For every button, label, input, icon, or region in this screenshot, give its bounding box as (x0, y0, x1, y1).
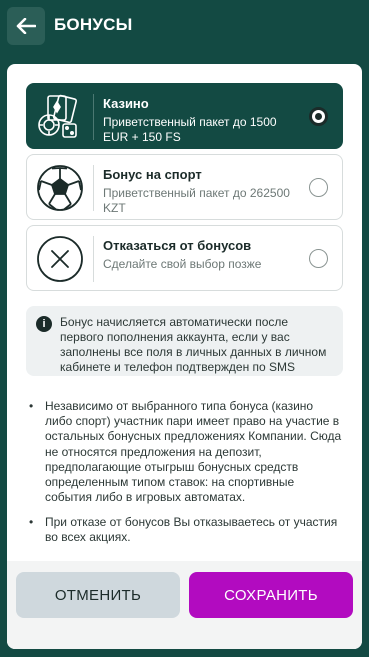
option-sport[interactable]: Бонус на спорт Приветственный пакет до 2… (26, 154, 343, 220)
option-description: Приветственный пакет до 262500 KZT (103, 186, 290, 215)
option-decline[interactable]: Отказаться от бонусов Сделайте свой выбо… (26, 225, 343, 291)
note-text: При отказе от бонусов Вы отказываетесь о… (45, 515, 338, 545)
arrow-left-icon (16, 18, 36, 34)
radio-casino[interactable] (309, 107, 328, 126)
save-button[interactable]: СОХРАНИТЬ (189, 572, 353, 618)
footer-bar: ОТМЕНИТЬ СОХРАНИТЬ (7, 561, 362, 649)
option-title: Казино (103, 96, 149, 111)
option-casino[interactable]: Казино Приветственный пакет до 1500 EUR … (26, 83, 343, 149)
casino-cards-chips-icon (34, 91, 86, 143)
radio-decline[interactable] (309, 249, 328, 268)
page-title: БОНУСЫ (54, 15, 133, 34)
bullet: • (29, 515, 34, 529)
note-text: Независимо от выбранного типа бонуса (ка… (45, 399, 342, 505)
option-description: Сделайте свой выбор позже (103, 257, 262, 271)
option-divider (93, 165, 94, 211)
option-title: Отказаться от бонусов (103, 238, 252, 253)
option-description: Приветственный пакет до 1500 EUR + 150 F… (103, 115, 277, 144)
option-divider (93, 94, 94, 140)
info-text: Бонус начисляется автоматически после пе… (60, 315, 327, 374)
option-title: Бонус на спорт (103, 167, 202, 182)
info-icon: i (36, 316, 52, 332)
bullet: • (29, 399, 34, 413)
close-circle-icon (34, 233, 86, 285)
option-divider (93, 236, 94, 282)
info-box: i Бонус начисляется автоматически после … (26, 306, 343, 376)
soccer-ball-icon (34, 162, 86, 214)
cancel-button[interactable]: ОТМЕНИТЬ (16, 572, 180, 618)
radio-sport[interactable] (309, 178, 328, 197)
back-button[interactable] (7, 7, 45, 45)
bonus-card: Казино Приветственный пакет до 1500 EUR … (7, 64, 362, 649)
header-bar: БОНУСЫ (0, 0, 369, 52)
